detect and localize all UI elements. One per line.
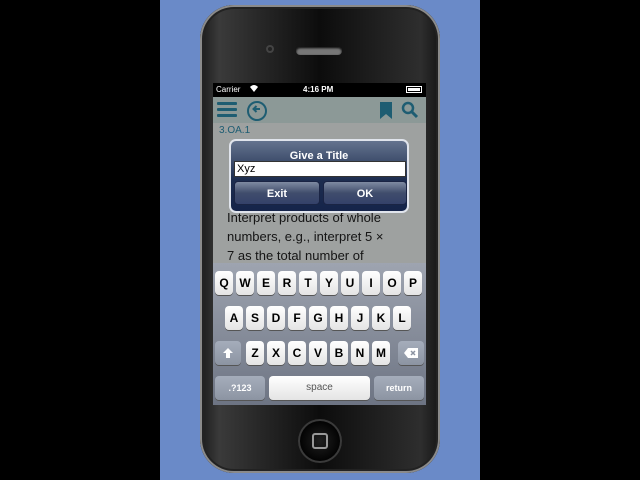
key-u[interactable]: U xyxy=(341,271,359,295)
ok-button[interactable]: OK xyxy=(323,181,407,205)
delete-key[interactable] xyxy=(398,341,424,365)
key-l[interactable]: L xyxy=(393,306,411,330)
iphone-device: Carrier 4:16 PM 3.OA.1 Interpret product… xyxy=(200,5,440,473)
key-w[interactable]: W xyxy=(236,271,254,295)
status-time: 4:16 PM xyxy=(303,85,334,94)
key-e[interactable]: E xyxy=(257,271,275,295)
key-f[interactable]: F xyxy=(288,306,306,330)
key-m[interactable]: M xyxy=(372,341,390,365)
title-dialog: Give a Title Exit OK xyxy=(229,139,409,213)
home-button[interactable] xyxy=(298,419,342,463)
key-s[interactable]: S xyxy=(246,306,264,330)
video-frame: Carrier 4:16 PM 3.OA.1 Interpret product… xyxy=(160,0,480,480)
wifi-icon xyxy=(249,84,259,95)
front-camera xyxy=(266,45,274,53)
status-bar: Carrier 4:16 PM xyxy=(213,83,426,97)
key-p[interactable]: P xyxy=(404,271,422,295)
shift-key[interactable] xyxy=(215,341,241,365)
key-h[interactable]: H xyxy=(330,306,348,330)
key-j[interactable]: J xyxy=(351,306,369,330)
on-screen-keyboard: Q W E R T Y U I O P A S D F G H J K L Z … xyxy=(213,263,426,405)
phone-screen: Carrier 4:16 PM 3.OA.1 Interpret product… xyxy=(213,83,426,405)
key-d[interactable]: D xyxy=(267,306,285,330)
key-y[interactable]: Y xyxy=(320,271,338,295)
battery-icon xyxy=(406,86,422,93)
carrier-label: Carrier xyxy=(216,85,241,94)
key-r[interactable]: R xyxy=(278,271,296,295)
earpiece-speaker xyxy=(296,47,342,55)
home-square-icon xyxy=(312,433,328,449)
key-k[interactable]: K xyxy=(372,306,390,330)
shift-icon xyxy=(223,348,233,358)
key-z[interactable]: Z xyxy=(246,341,264,365)
return-key[interactable]: return xyxy=(374,376,424,400)
key-t[interactable]: T xyxy=(299,271,317,295)
exit-button[interactable]: Exit xyxy=(234,181,320,205)
key-v[interactable]: V xyxy=(309,341,327,365)
numbers-key[interactable]: .?123 xyxy=(215,376,265,400)
key-x[interactable]: X xyxy=(267,341,285,365)
key-q[interactable]: Q xyxy=(215,271,233,295)
key-n[interactable]: N xyxy=(351,341,369,365)
key-b[interactable]: B xyxy=(330,341,348,365)
key-a[interactable]: A xyxy=(225,306,243,330)
key-g[interactable]: G xyxy=(309,306,327,330)
space-key[interactable]: space xyxy=(269,376,370,400)
key-c[interactable]: C xyxy=(288,341,306,365)
key-i[interactable]: I xyxy=(362,271,380,295)
key-o[interactable]: O xyxy=(383,271,401,295)
title-input[interactable] xyxy=(234,161,406,177)
backspace-icon xyxy=(404,348,418,358)
